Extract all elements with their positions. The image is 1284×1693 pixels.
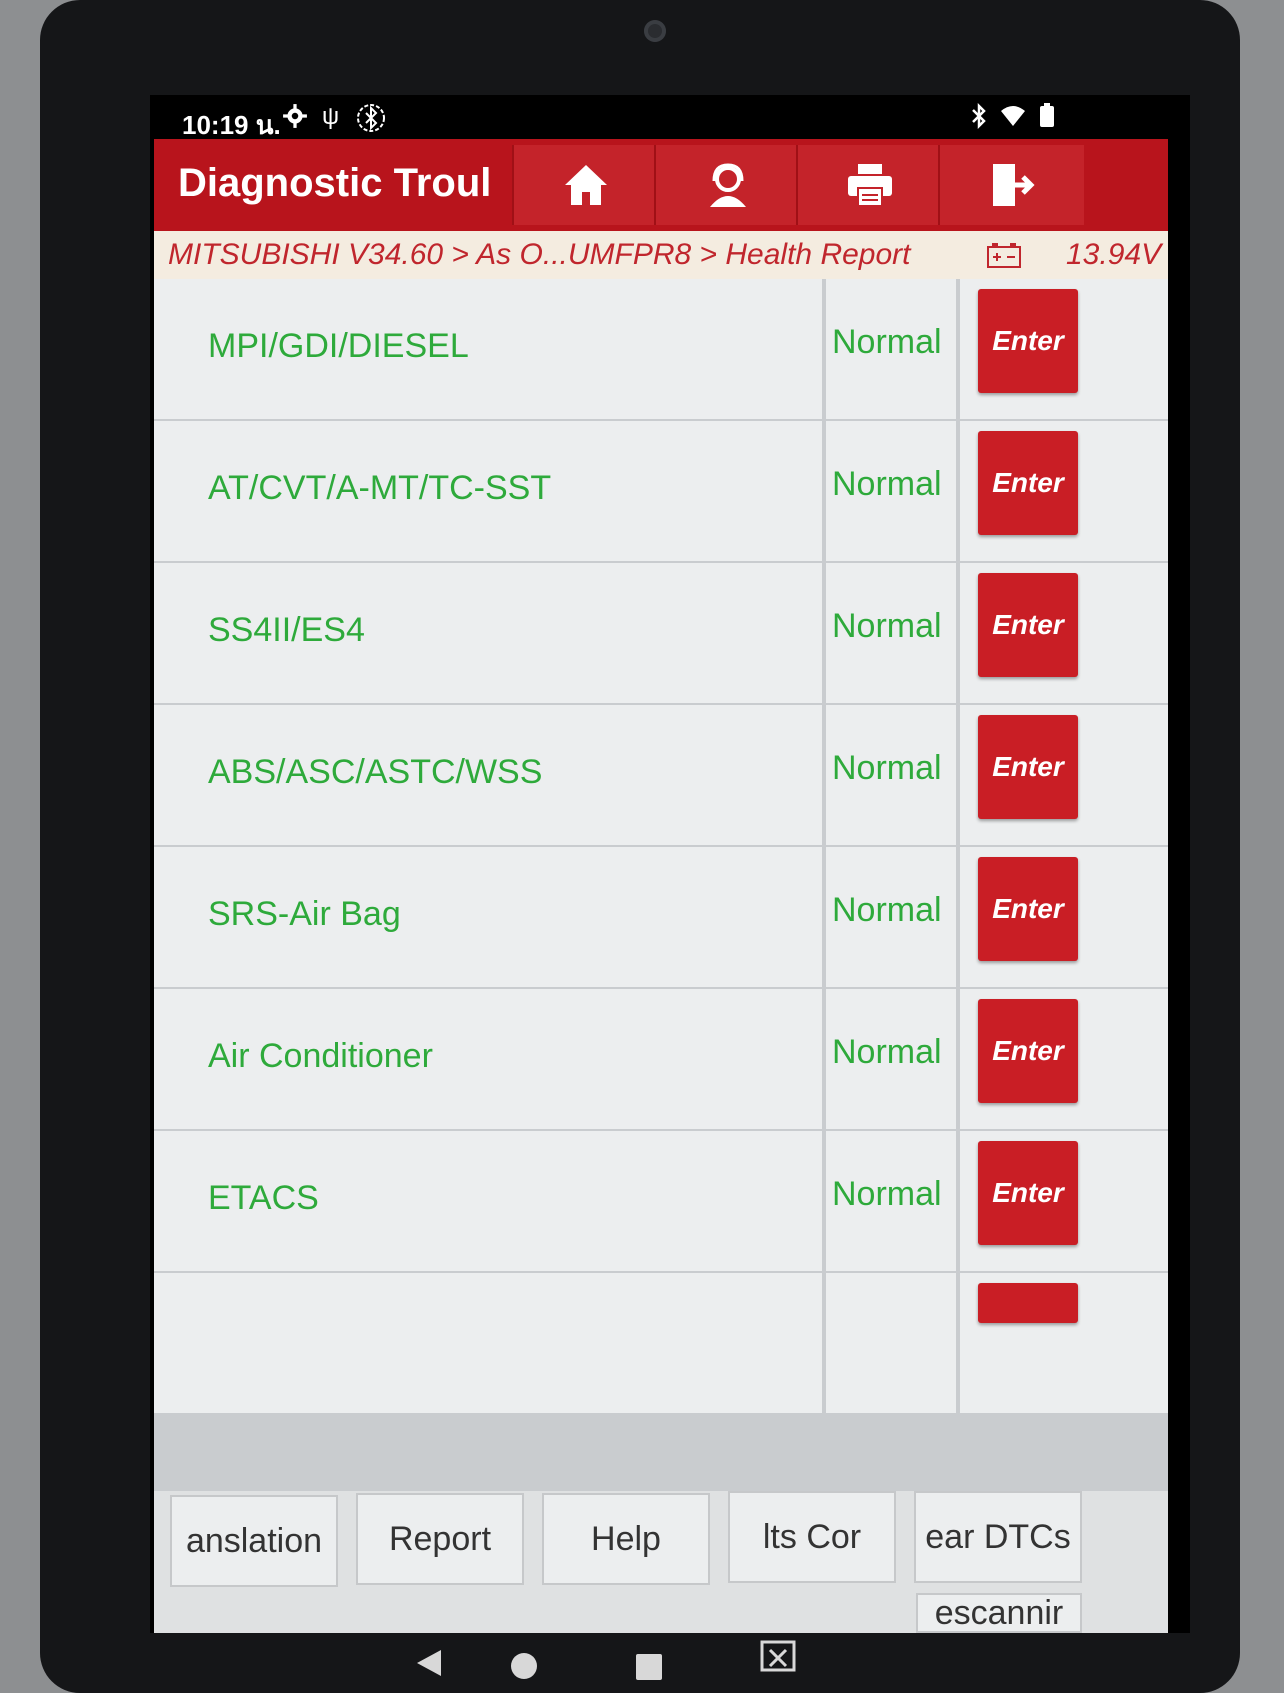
gear-icon bbox=[282, 103, 308, 136]
table-row: SRS-Air Bag Normal Enter bbox=[154, 847, 1168, 989]
clear-dtcs-button[interactable]: ear DTCs bbox=[914, 1491, 1082, 1583]
table-row: MPI/GDI/DIESEL Normal Enter bbox=[154, 279, 1168, 421]
system-name: SS4II/ES4 bbox=[208, 611, 365, 649]
enter-button[interactable]: Enter bbox=[978, 573, 1078, 677]
enter-button-partial[interactable] bbox=[978, 1283, 1078, 1323]
enter-button[interactable]: Enter bbox=[978, 715, 1078, 819]
enter-button[interactable]: Enter bbox=[978, 1141, 1078, 1245]
screenshot-icon[interactable] bbox=[760, 1640, 796, 1685]
screen: 10:19 น. ψ Diagnostic Troul MITSUBISHI V… bbox=[150, 95, 1190, 1633]
exit-icon bbox=[993, 164, 1035, 206]
table-row: ETACS Normal Enter bbox=[154, 1131, 1168, 1273]
report-button[interactable]: Report bbox=[356, 1493, 524, 1585]
home-nav-icon[interactable] bbox=[510, 1647, 538, 1689]
system-name: Air Conditioner bbox=[208, 1037, 433, 1075]
system-status: Normal bbox=[832, 891, 942, 929]
health-report-table: MPI/GDI/DIESEL Normal Enter AT/CVT/A-MT/… bbox=[154, 279, 1168, 1491]
bluetooth-icon bbox=[970, 102, 988, 135]
system-name: SRS-Air Bag bbox=[208, 895, 401, 933]
table-row: SS4II/ES4 Normal Enter bbox=[154, 563, 1168, 705]
system-name: AT/CVT/A-MT/TC-SST bbox=[208, 469, 552, 507]
recents-icon[interactable] bbox=[636, 1647, 662, 1689]
results-button[interactable]: lts Cor bbox=[728, 1491, 896, 1583]
home-icon bbox=[565, 165, 607, 205]
stethoscope-icon: ψ bbox=[322, 103, 340, 130]
rescanning-button[interactable]: escannir bbox=[916, 1593, 1082, 1633]
bottom-toolbar: anslation Report Help lts Cor ear DTCs e… bbox=[154, 1491, 1168, 1633]
support-button[interactable] bbox=[654, 145, 800, 225]
breadcrumb: MITSUBISHI V34.60 > As O...UMFPR8 > Heal… bbox=[154, 231, 1168, 279]
translation-button[interactable]: anslation bbox=[170, 1495, 338, 1587]
battery-icon bbox=[1040, 103, 1054, 134]
back-icon[interactable] bbox=[415, 1645, 443, 1687]
print-icon bbox=[848, 164, 892, 207]
system-status: Normal bbox=[832, 1033, 942, 1071]
table-row: ABS/ASC/ASTC/WSS Normal Enter bbox=[154, 705, 1168, 847]
title-bar: Diagnostic Troul bbox=[154, 139, 1168, 231]
table-row: AT/CVT/A-MT/TC-SST Normal Enter bbox=[154, 421, 1168, 563]
front-camera bbox=[644, 20, 666, 42]
breadcrumb-path: MITSUBISHI V34.60 > As O...UMFPR8 > Heal… bbox=[168, 238, 911, 271]
system-status: Normal bbox=[832, 749, 942, 787]
help-button[interactable]: Help bbox=[542, 1493, 710, 1585]
system-name: ETACS bbox=[208, 1179, 319, 1217]
print-button[interactable] bbox=[796, 145, 942, 225]
system-name: ABS/ASC/ASTC/WSS bbox=[208, 753, 543, 791]
system-status: Normal bbox=[832, 465, 942, 503]
enter-button[interactable]: Enter bbox=[978, 857, 1078, 961]
voltage-readout: 13.94V bbox=[1066, 238, 1162, 271]
table-row: Air Conditioner Normal Enter bbox=[154, 989, 1168, 1131]
enter-button[interactable]: Enter bbox=[978, 431, 1078, 535]
status-bar: 10:19 น. ψ bbox=[150, 95, 1190, 145]
home-button[interactable] bbox=[512, 145, 658, 225]
tablet-device: 10:19 น. ψ Diagnostic Troul MITSUBISHI V… bbox=[40, 0, 1240, 1693]
table-row-partial bbox=[154, 1273, 1168, 1415]
page-title: Diagnostic Troul bbox=[178, 161, 492, 205]
exit-button[interactable] bbox=[938, 145, 1084, 225]
system-status: Normal bbox=[832, 323, 942, 361]
wifi-icon bbox=[1000, 103, 1026, 134]
support-icon bbox=[710, 163, 746, 207]
vci-bluetooth-icon bbox=[356, 103, 386, 140]
enter-button[interactable]: Enter bbox=[978, 289, 1078, 393]
system-name: MPI/GDI/DIESEL bbox=[208, 327, 469, 365]
car-battery-icon bbox=[986, 243, 1022, 277]
system-status: Normal bbox=[832, 1175, 942, 1213]
enter-button[interactable]: Enter bbox=[978, 999, 1078, 1103]
system-status: Normal bbox=[832, 607, 942, 645]
